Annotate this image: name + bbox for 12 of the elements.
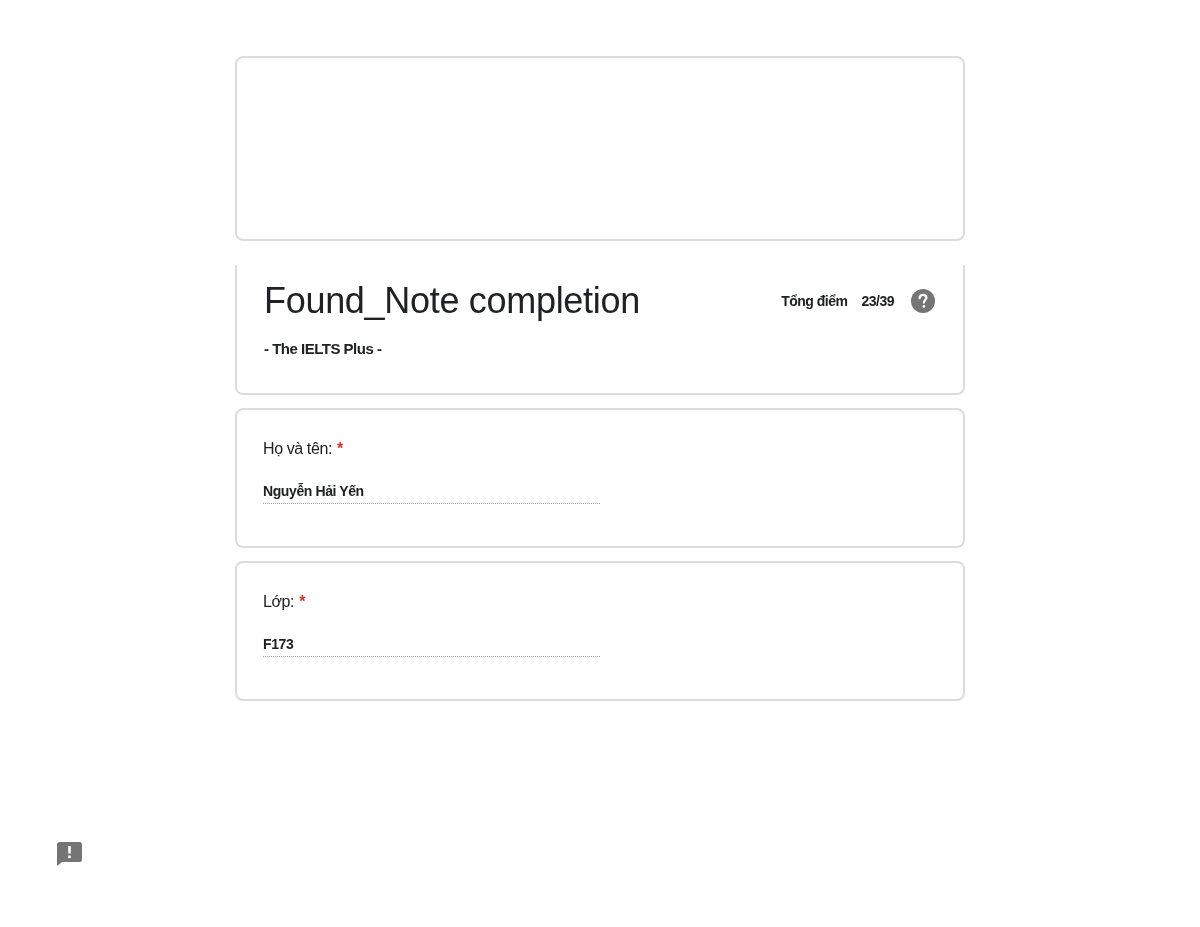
form-title: Found_Note completion — [264, 279, 640, 323]
score-value: 23/39 — [861, 291, 894, 311]
feedback-icon[interactable] — [57, 842, 82, 866]
answer-field[interactable]: F173 — [263, 634, 600, 657]
question-label: Lớp: — [263, 592, 295, 612]
required-asterisk: * — [336, 439, 344, 459]
required-asterisk: * — [299, 592, 306, 612]
question-label: Họ và tên: — [263, 439, 332, 459]
form-description: - The IELTS Plus - — [264, 339, 383, 359]
score-label: Tổng điểm — [781, 291, 848, 311]
answer-field[interactable]: Nguyễn Hải Yến — [263, 481, 600, 504]
help-icon[interactable] — [911, 289, 935, 313]
